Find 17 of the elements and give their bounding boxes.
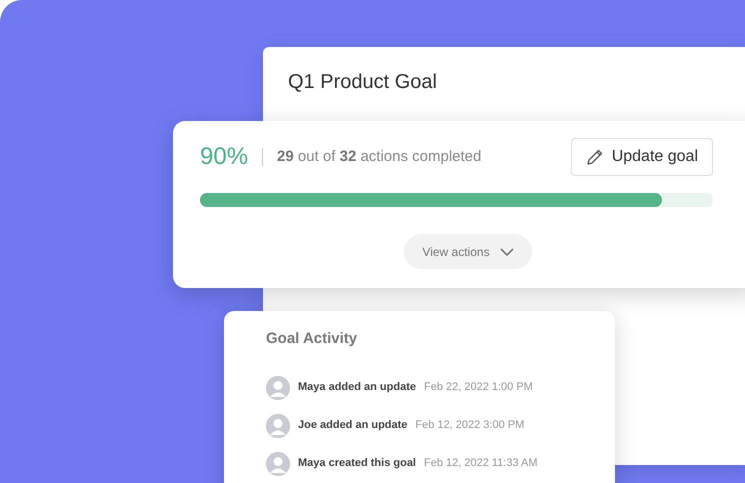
percent-complete: 90% [200,145,248,169]
activity-time: Feb 12, 2022 3:00 PM [415,418,524,434]
activity-title: Goal Activity [266,329,358,349]
actions-summary: 29 out of 32 actions completed [277,146,482,167]
avatar-icon [266,414,290,438]
activity-text: Maya added an update [298,380,416,396]
goal-title: Q1 Product Goal [288,70,437,95]
activity-text: Maya created this goal [298,456,416,472]
pencil-icon [586,148,604,166]
activity-time: Feb 22, 2022 1:00 PM [424,380,533,396]
avatar-icon [266,452,290,476]
avatar-icon [266,376,290,400]
view-actions-button[interactable]: View actions [404,234,532,269]
activity-text: Joe added an update [298,418,408,434]
activity-time: Feb 12, 2022 11:33 AM [424,456,538,472]
chevron-down-icon [500,248,514,256]
update-goal-button[interactable]: Update goal [570,138,713,176]
